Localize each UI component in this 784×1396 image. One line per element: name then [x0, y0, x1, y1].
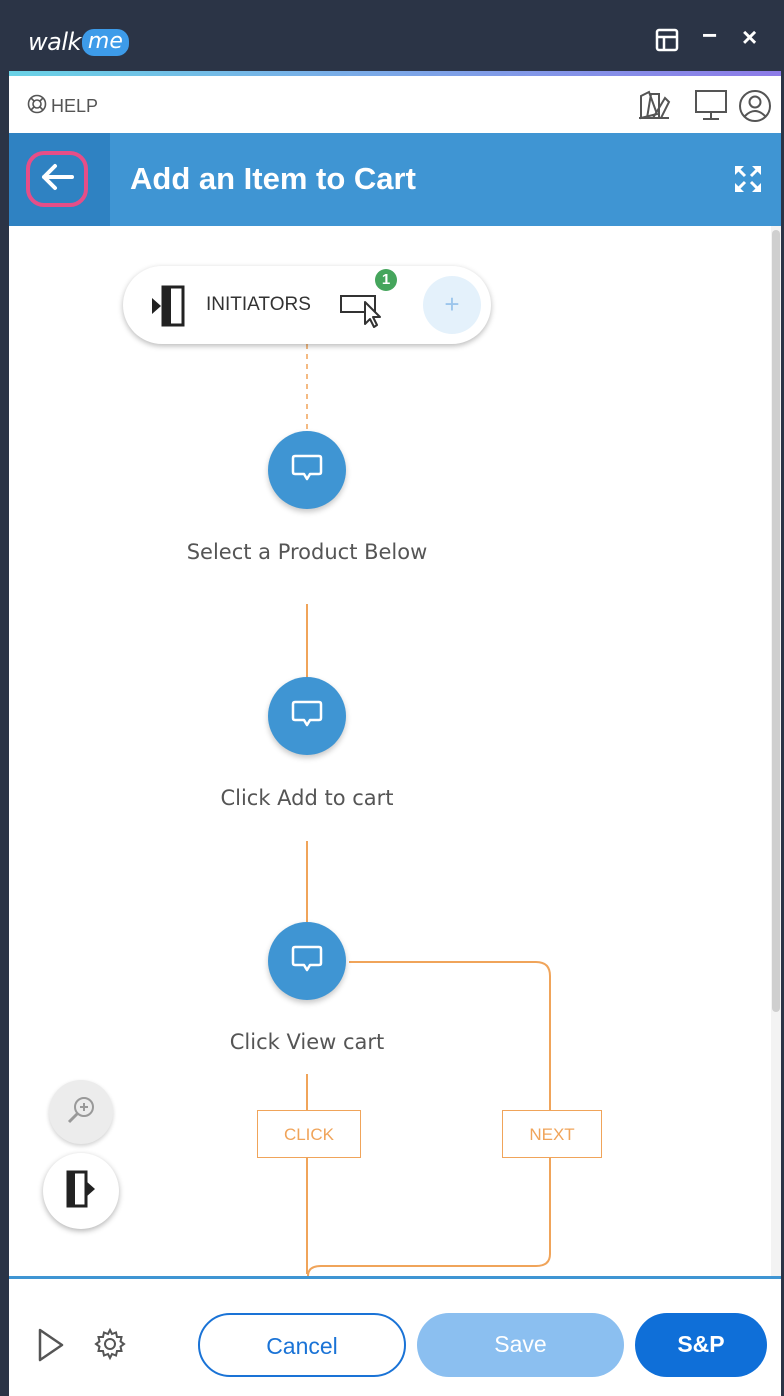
save-and-publish-button[interactable]: S&P — [635, 1313, 767, 1377]
expand-icon[interactable] — [732, 163, 764, 200]
save-button[interactable]: Save — [417, 1313, 624, 1377]
initiators-pill[interactable]: INITIATORS 1 + — [123, 266, 491, 344]
user-icon[interactable] — [737, 88, 773, 129]
footer-bar: Cancel Save S&P — [9, 1276, 781, 1396]
initiators-count-badge: 1 — [375, 269, 397, 291]
exit-door-icon — [64, 1169, 98, 1214]
logo-me-text: me — [81, 28, 129, 56]
scrollbar-thumb[interactable] — [772, 230, 780, 1012]
back-arrow-icon — [39, 162, 75, 197]
step-label-2: Click Add to cart — [220, 786, 394, 810]
branch-next[interactable]: NEXT — [502, 1110, 602, 1158]
swatch-icon[interactable] — [637, 88, 671, 127]
monitor-icon[interactable] — [693, 88, 729, 127]
step-node-2[interactable] — [268, 677, 346, 755]
minimize-icon[interactable]: − — [702, 20, 717, 51]
back-area — [9, 133, 110, 226]
balloon-icon — [291, 944, 323, 979]
back-button[interactable] — [26, 151, 88, 207]
balloon-icon — [291, 453, 323, 488]
flow-canvas[interactable]: INITIATORS 1 + Select a Product Below Cl… — [9, 226, 781, 1276]
help-bar: HELP — [9, 76, 781, 134]
step-node-3[interactable] — [268, 922, 346, 1000]
page-title: Add an Item to Cart — [130, 161, 416, 196]
logo-walk-text: walk — [28, 28, 81, 56]
title-bar: walk me − × — [0, 0, 784, 76]
close-icon[interactable]: × — [742, 22, 757, 53]
initiators-label: INITIATORS — [206, 294, 311, 315]
cursor-icon — [339, 286, 387, 333]
balloon-icon — [291, 699, 323, 734]
step-label-3: Click View cart — [229, 1030, 385, 1054]
help-link[interactable]: HELP — [27, 94, 98, 119]
lifebuoy-icon — [27, 94, 47, 119]
add-initiator-button[interactable]: + — [423, 276, 481, 334]
exit-flow-button[interactable] — [43, 1153, 119, 1229]
play-icon[interactable] — [37, 1327, 65, 1368]
help-label: HELP — [51, 96, 99, 116]
canvas-scrollbar[interactable] — [771, 226, 781, 1276]
flow-header: Add an Item to Cart — [9, 133, 781, 226]
flow-connectors — [306, 344, 551, 1276]
branch-click[interactable]: CLICK — [257, 1110, 361, 1158]
gear-icon[interactable] — [93, 1327, 127, 1366]
step-node-1[interactable] — [268, 431, 346, 509]
layout-icon[interactable] — [655, 28, 679, 59]
walkme-logo: walk me — [28, 28, 129, 56]
zoom-in-button[interactable] — [49, 1080, 113, 1144]
initiator-door-icon — [149, 284, 189, 333]
step-label-1: Select a Product Below — [186, 540, 428, 564]
cancel-button[interactable]: Cancel — [198, 1313, 406, 1377]
zoom-in-icon — [65, 1094, 97, 1131]
